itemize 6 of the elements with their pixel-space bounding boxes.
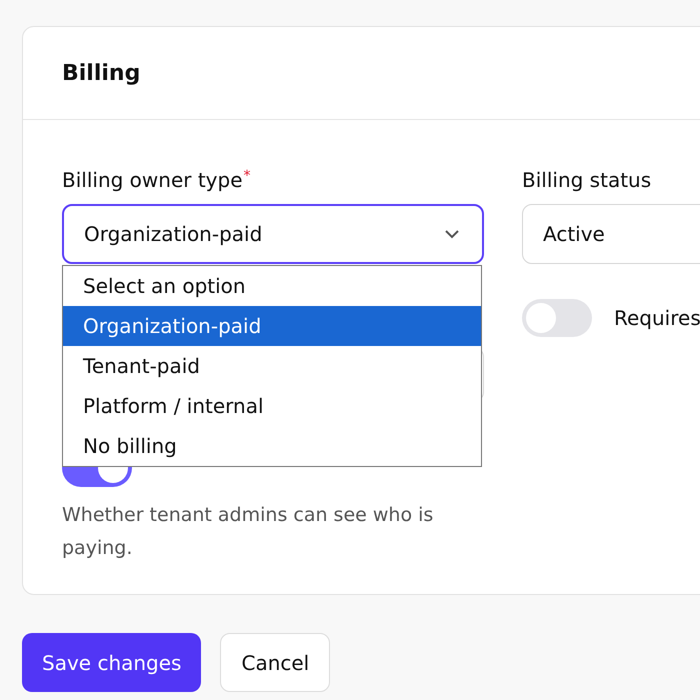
card-title: Billing (62, 60, 140, 86)
required-mark: * (244, 168, 251, 184)
field-label: Billing status (522, 168, 652, 194)
help-text: Whether tenant admins can see who is paying. (62, 503, 434, 561)
field-label: Billing owner type* (62, 168, 252, 194)
toggle-label: Requires (614, 306, 700, 330)
